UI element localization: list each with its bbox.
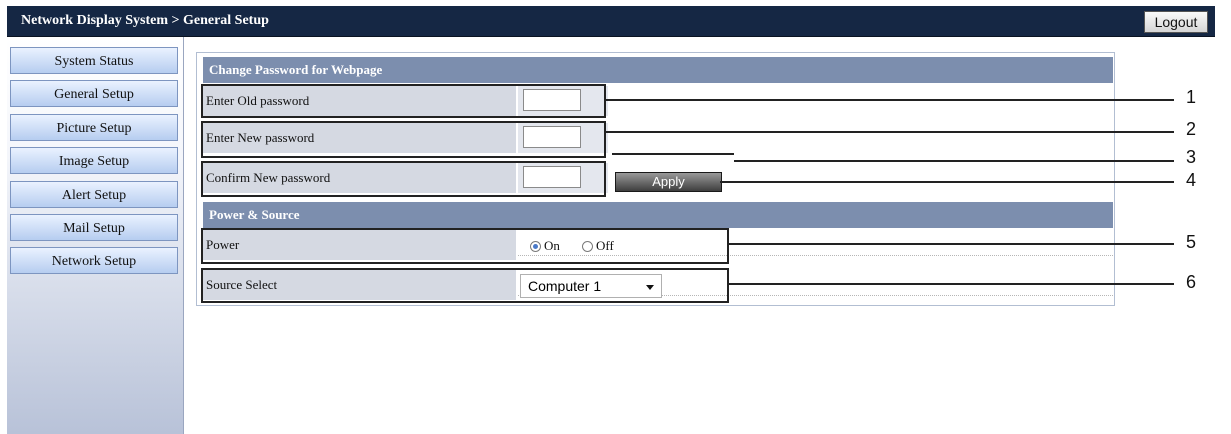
sidebar: System Status General Setup Picture Setu… [7, 37, 184, 434]
source-select-label: Source Select [203, 270, 516, 300]
sidebar-item-network-setup[interactable]: Network Setup [10, 247, 178, 274]
sidebar-item-mail-setup[interactable]: Mail Setup [10, 214, 178, 241]
callout-line-2 [606, 131, 1174, 133]
power-on-label: On [544, 238, 560, 253]
sidebar-item-image-setup[interactable]: Image Setup [10, 147, 178, 174]
old-password-cell [518, 86, 608, 116]
sidebar-item-alert-setup[interactable]: Alert Setup [10, 181, 178, 208]
confirm-password-field[interactable] [523, 166, 581, 188]
callout-line-6 [729, 283, 1174, 285]
callout-number-4: 4 [1186, 170, 1197, 190]
confirm-password-label: Confirm New password [203, 163, 516, 193]
section-title-password: Change Password for Webpage [203, 57, 1113, 83]
new-password-row: Enter New password [203, 121, 1113, 155]
old-password-field[interactable] [523, 89, 581, 111]
section-title-power-source: Power & Source [203, 202, 1113, 228]
power-row-divider [518, 255, 1113, 256]
source-row: Source Select Computer 1 [203, 268, 1113, 302]
apply-button[interactable]: Apply [615, 172, 722, 192]
callout-line-5 [729, 243, 1174, 245]
old-password-row: Enter Old password [203, 84, 1113, 118]
callout-line-1 [606, 99, 1174, 101]
top-bar: Network Display System > General Setup L… [7, 6, 1215, 37]
new-password-field[interactable] [523, 126, 581, 148]
chevron-down-icon [646, 285, 654, 290]
power-on-radio[interactable] [530, 241, 541, 252]
source-select-dropdown[interactable]: Computer 1 [520, 274, 662, 298]
breadcrumb: Network Display System > General Setup [21, 13, 269, 28]
new-password-cell [518, 123, 608, 153]
sidebar-item-general-setup[interactable]: General Setup [10, 80, 178, 107]
callout-number-5: 5 [1186, 232, 1197, 252]
sidebar-item-system-status[interactable]: System Status [10, 47, 178, 74]
old-password-label: Enter Old password [203, 86, 516, 116]
confirm-password-cell [518, 163, 608, 193]
power-row: Power On Off [203, 228, 1113, 262]
callout-line-3b [734, 160, 1174, 162]
new-password-label: Enter New password [203, 123, 516, 153]
callout-number-3: 3 [1186, 147, 1197, 167]
callout-line-4 [720, 181, 1174, 183]
logout-button[interactable]: Logout [1144, 11, 1208, 33]
callout-line-3a [612, 153, 734, 155]
callout-number-6: 6 [1186, 272, 1197, 292]
power-label: Power [203, 230, 516, 260]
power-off-radio[interactable] [582, 241, 593, 252]
sidebar-item-picture-setup[interactable]: Picture Setup [10, 114, 178, 141]
callout-number-1: 1 [1186, 87, 1197, 107]
source-select-value: Computer 1 [528, 278, 602, 294]
callout-number-2: 2 [1186, 119, 1197, 139]
power-off-label: Off [596, 238, 614, 253]
